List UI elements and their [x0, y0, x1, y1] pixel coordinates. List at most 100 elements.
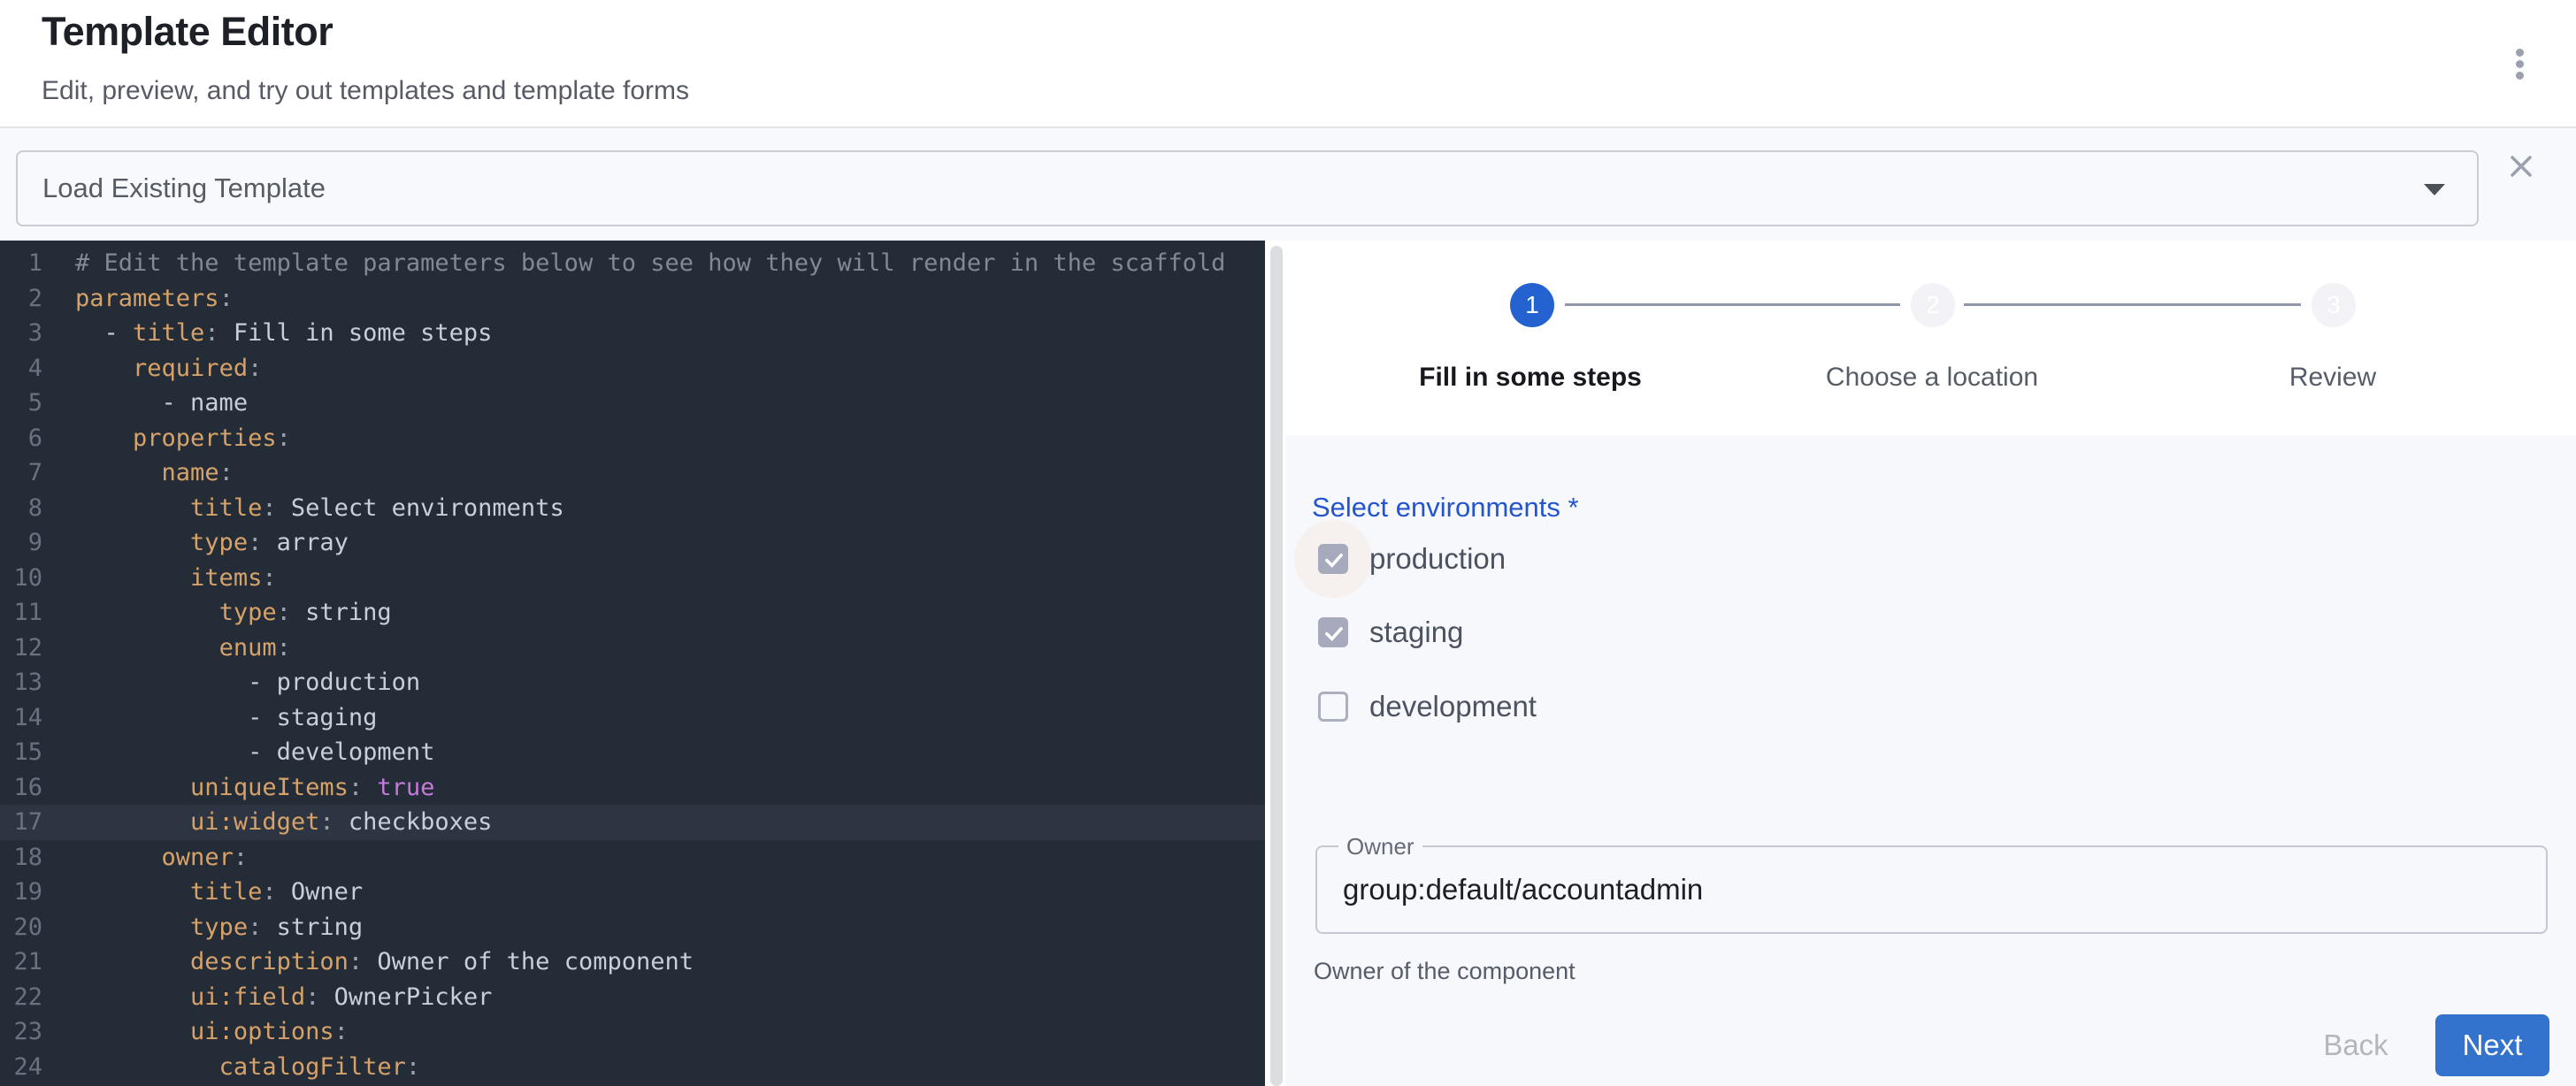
load-existing-template-select[interactable]: Load Existing Template — [16, 150, 2479, 226]
code-text: enum: — [75, 631, 291, 666]
checkbox-label-staging[interactable]: staging — [1369, 616, 1463, 649]
load-template-bar: Load Existing Template — [0, 128, 2576, 241]
editor-line[interactable]: 2 parameters: — [0, 281, 1265, 317]
checkbox-row-development: development — [1318, 692, 1537, 722]
editor-line[interactable]: 1 # Edit the template parameters below to… — [0, 246, 1265, 281]
code-text: ui:options: — [75, 1014, 349, 1050]
code-text: properties: — [75, 421, 291, 456]
code-text: # Edit the template parameters below to … — [75, 246, 1225, 281]
editor-line[interactable]: 15 - development — [0, 735, 1265, 770]
editor-line[interactable]: 20 type: string — [0, 910, 1265, 945]
code-text: title: Owner — [75, 875, 363, 910]
line-number: 24 — [0, 1050, 42, 1085]
owner-input[interactable] — [1343, 847, 2511, 932]
code-text: parameters: — [75, 281, 234, 317]
editor-lines: 1 # Edit the template parameters below to… — [0, 246, 1265, 1084]
owner-helper-text: Owner of the component — [1314, 958, 1576, 985]
line-number: 14 — [0, 700, 42, 736]
code-text: description: Owner of the component — [75, 945, 694, 980]
editor-line[interactable]: 21 description: Owner of the component — [0, 945, 1265, 980]
line-number: 5 — [0, 386, 42, 421]
close-button[interactable] — [2502, 148, 2541, 187]
page-subtitle: Edit, preview, and try out templates and… — [42, 76, 689, 106]
step-label-fill-in-some-steps: Fill in some steps — [1353, 363, 1707, 393]
back-button[interactable]: Back — [2303, 1014, 2409, 1076]
editor-line[interactable]: 12 enum: — [0, 631, 1265, 666]
close-icon — [2503, 149, 2539, 184]
line-number: 18 — [0, 840, 42, 876]
line-number: 15 — [0, 735, 42, 770]
editor-line[interactable]: 3 - title: Fill in some steps — [0, 316, 1265, 351]
step-indicator-2: 2 — [1911, 283, 1955, 327]
line-number: 2 — [0, 281, 42, 317]
code-text: required: — [75, 351, 262, 386]
line-number: 11 — [0, 595, 42, 631]
editor-line[interactable]: 9 type: array — [0, 525, 1265, 561]
code-text: type: string — [75, 910, 363, 945]
line-number: 3 — [0, 316, 42, 351]
line-number: 4 — [0, 351, 42, 386]
editor-line[interactable]: 13 - production — [0, 665, 1265, 700]
code-text: - name — [75, 386, 248, 421]
editor-line[interactable]: 23 ui:options: — [0, 1014, 1265, 1050]
code-text: - development — [75, 735, 434, 770]
checkbox-row-production: production — [1318, 544, 1506, 574]
line-number: 23 — [0, 1014, 42, 1050]
checkbox-label-development[interactable]: development — [1369, 690, 1537, 723]
check-icon — [1322, 621, 1346, 646]
stepper: 1 2 3 Fill in some steps Choose a locati… — [1283, 241, 2576, 435]
template-preview-panel: 1 2 3 Fill in some steps Choose a locati… — [1283, 241, 2576, 1086]
line-number: 8 — [0, 491, 42, 526]
editor-line[interactable]: 18 owner: — [0, 840, 1265, 876]
editor-line[interactable]: 6 properties: — [0, 421, 1265, 456]
panel-scrollbar[interactable] — [1270, 246, 1283, 1086]
step-connector — [1964, 303, 2301, 306]
code-text: title: Select environments — [75, 491, 564, 526]
editor-line[interactable]: 19 title: Owner — [0, 875, 1265, 910]
checkbox-label-production[interactable]: production — [1369, 542, 1506, 576]
code-text: - title: Fill in some steps — [75, 316, 492, 351]
line-number: 21 — [0, 945, 42, 980]
line-number: 1 — [0, 246, 42, 281]
kebab-menu-icon — [2516, 49, 2524, 80]
code-text: ui:field: OwnerPicker — [75, 980, 492, 1015]
step-indicator-3: 3 — [2312, 283, 2356, 327]
checkbox-production[interactable] — [1318, 544, 1348, 574]
editor-line[interactable]: 22 ui:field: OwnerPicker — [0, 980, 1265, 1015]
page-title: Template Editor — [42, 9, 333, 55]
dropdown-arrow-icon — [2424, 184, 2445, 195]
editor-line[interactable]: 17 ui:widget: checkboxes — [0, 805, 1265, 840]
step-connector — [1565, 303, 1900, 306]
editor-line[interactable]: 24 catalogFilter: — [0, 1050, 1265, 1085]
line-number: 20 — [0, 910, 42, 945]
step-indicator-1: 1 — [1510, 283, 1554, 327]
editor-line[interactable]: 16 uniqueItems: true — [0, 770, 1265, 806]
code-text: uniqueItems: true — [75, 770, 434, 806]
more-options-button[interactable] — [2493, 37, 2546, 90]
editor-line[interactable]: 14 - staging — [0, 700, 1265, 736]
line-number: 9 — [0, 525, 42, 561]
step-label-choose-a-location: Choose a location — [1755, 363, 2109, 393]
code-editor[interactable]: 1 # Edit the template parameters below to… — [0, 241, 1265, 1086]
line-number: 17 — [0, 805, 42, 840]
checkbox-development[interactable] — [1318, 692, 1348, 722]
editor-line[interactable]: 10 items: — [0, 561, 1265, 596]
checkbox-row-staging: staging — [1318, 617, 1463, 647]
editor-line[interactable]: 8 title: Select environments — [0, 491, 1265, 526]
editor-line[interactable]: 7 name: — [0, 455, 1265, 491]
editor-line[interactable]: 4 required: — [0, 351, 1265, 386]
editor-line[interactable]: 11 type: string — [0, 595, 1265, 631]
code-text: ui:widget: checkboxes — [75, 805, 492, 840]
code-text: catalogFilter: — [75, 1050, 420, 1085]
code-text: - production — [75, 665, 420, 700]
page-header: Template Editor Edit, preview, and try o… — [0, 0, 2576, 126]
checkbox-staging[interactable] — [1318, 617, 1348, 647]
check-icon — [1322, 547, 1346, 572]
next-button[interactable]: Next — [2435, 1014, 2549, 1076]
line-number: 13 — [0, 665, 42, 700]
line-number: 10 — [0, 561, 42, 596]
editor-line[interactable]: 5 - name — [0, 386, 1265, 421]
step-label-review: Review — [2156, 363, 2510, 393]
template-form: Select environments * production staging — [1285, 435, 2576, 1086]
line-number: 16 — [0, 770, 42, 806]
